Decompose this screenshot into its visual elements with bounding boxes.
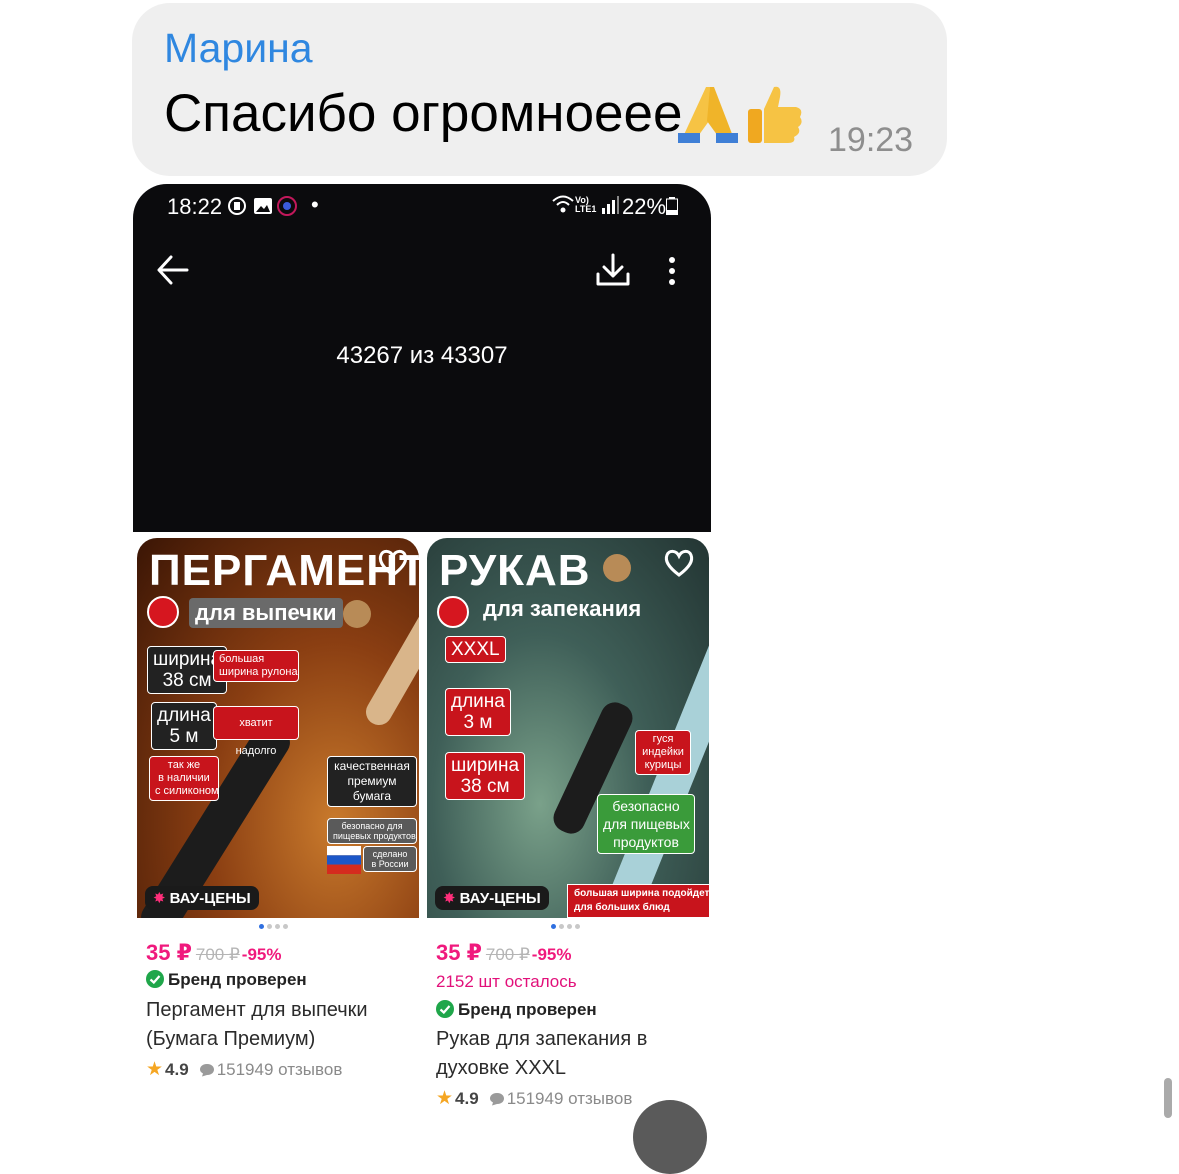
tag-width: ширина 38 см: [445, 752, 526, 800]
rating-row: ★ 4.9 151949 отзывов: [146, 1058, 342, 1081]
tag-premium: качественная премиум бумага: [327, 756, 417, 807]
battery-icon: [666, 197, 678, 215]
favorite-heart-icon[interactable]: [663, 548, 695, 578]
gallery-icon: [254, 198, 272, 214]
brand-verified: Бренд проверен: [146, 970, 307, 990]
rating-row: ★ 4.9 151949 отзывов: [436, 1087, 632, 1110]
message-bubble[interactable]: Марина Спасибо огромноеее 19:23: [132, 3, 947, 176]
rating-value: 4.9: [165, 1060, 189, 1079]
product-image[interactable]: ПЕРГАМЕНТ для выпечки ширина 38 см больш…: [137, 538, 419, 918]
price: 35 ₽: [146, 940, 192, 965]
folded-hands-emoji-icon: [678, 87, 738, 143]
wide-sleeve-banner: большая ширина подойдет для больших блюд: [567, 884, 709, 918]
parchment-roll-end: [361, 604, 419, 730]
more-options-icon[interactable]: [667, 256, 677, 286]
tag-wide-roll: большая ширина рулона: [213, 650, 299, 682]
comment-icon: [199, 1064, 214, 1077]
floating-button-edge[interactable]: [633, 1100, 707, 1174]
carousel-dots: [423, 924, 711, 930]
image-counter: 43267 из 43307: [336, 342, 508, 369]
app-notification-icon: [277, 196, 297, 216]
status-time: 18:22: [167, 194, 223, 219]
russia-flag-icon: [327, 846, 361, 874]
tag-length: длина 5 м: [151, 702, 217, 750]
reviews-count: 151949 отзывов: [506, 1089, 633, 1108]
scrollbar-thumb[interactable]: [1164, 1078, 1172, 1118]
tag-length: длина 3 м: [445, 688, 511, 736]
product-name[interactable]: Пергамент для выпечки (Бумага Премиум): [146, 996, 416, 1054]
price: 35 ₽: [436, 940, 482, 965]
old-price: 700 ₽: [195, 945, 240, 964]
tag-made-in-russia: сделано в России: [363, 846, 417, 872]
star-icon: ★: [146, 1059, 164, 1080]
wow-price-badge: ✸ ВАУ-ЦЕНЫ: [435, 886, 549, 910]
notification-dot-icon: •: [311, 192, 319, 217]
product-card-baking-sleeve[interactable]: РУКАВ для запекания XXXL длина 3 м ширин…: [423, 536, 711, 1124]
rating-value: 4.9: [455, 1089, 479, 1108]
tag-food-safe: безопасно для пищевых продуктов: [597, 794, 695, 854]
wifi-icon: [552, 195, 574, 213]
signal-icon: [602, 196, 619, 214]
image-subtitle: для запекания: [483, 596, 642, 621]
tag-silicone: так же в наличии с силиконом: [149, 756, 219, 801]
brand-logo: [437, 596, 469, 628]
price-row: 35 ₽700 ₽ -95%: [146, 940, 281, 966]
sync-icon: [228, 197, 246, 215]
tag-food-safe: безопасно для пищевых продуктов: [327, 818, 417, 844]
message-time: 19:23: [828, 121, 914, 159]
old-price: 700 ₽: [485, 945, 530, 964]
discount: -95%: [241, 945, 282, 964]
gallery-top-area: 18:22 • Vo) LTE1 22% 43267 из 43307: [133, 184, 711, 532]
comment-icon: [489, 1093, 504, 1106]
tag-xxxl: XXXL: [445, 636, 506, 663]
tag-poultry: гуся индейки курицы: [635, 730, 691, 775]
stock-remaining: 2152 шт осталось: [436, 972, 577, 991]
favorite-heart-icon[interactable]: [377, 548, 409, 578]
back-arrow-icon[interactable]: [157, 255, 189, 285]
discount: -95%: [531, 945, 572, 964]
wow-price-badge: ✸ ВАУ-ЦЕНЫ: [145, 886, 259, 910]
brand-verified: Бренд проверен: [436, 1000, 597, 1020]
product-card-parchment[interactable]: ПЕРГАМЕНТ для выпечки ширина 38 см больш…: [133, 536, 419, 1124]
network-type: Vo) LTE1: [575, 195, 597, 214]
brand-logo: [147, 596, 179, 628]
message-text: Спасибо огромноеее: [164, 84, 683, 143]
battery-percent: 22%: [622, 194, 667, 219]
check-circle-icon: [146, 970, 164, 988]
vikki-home-logo: [603, 554, 631, 582]
sender-name[interactable]: Марина: [164, 25, 313, 72]
image-subtitle: для выпечки: [189, 598, 343, 628]
download-icon[interactable]: [595, 252, 631, 288]
tag-lasts-long: хватит надолго: [213, 706, 299, 757]
thumbs-up-emoji-icon: [748, 86, 802, 143]
product-image[interactable]: РУКАВ для запекания XXXL длина 3 м ширин…: [427, 538, 709, 918]
product-name[interactable]: Рукав для запекания в духовке XXXL: [436, 1025, 676, 1083]
vikki-home-logo: [343, 600, 371, 628]
star-icon: ★: [436, 1088, 454, 1109]
carousel-dots: [133, 924, 419, 930]
image-title: РУКАВ: [439, 546, 591, 595]
image-message[interactable]: 18:22 • Vo) LTE1 22% 43267 из 43307 ПЕРГ…: [133, 184, 711, 1124]
reviews-count: 151949 отзывов: [216, 1060, 343, 1079]
check-circle-icon: [436, 1000, 454, 1018]
price-row: 35 ₽700 ₽ -95%: [436, 940, 571, 966]
